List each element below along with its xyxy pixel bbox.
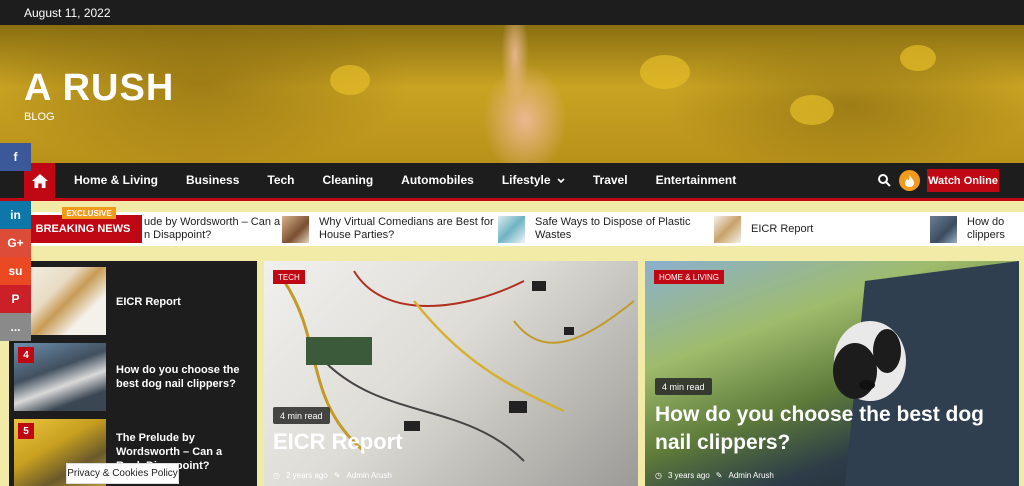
ticker-item-title: Why Virtual Comedians are Best for House… [319, 216, 494, 241]
header-decoration [900, 45, 936, 71]
breaking-news-label: BREAKING NEWS [24, 215, 142, 243]
linkedin-icon: in [10, 208, 21, 222]
ticker-item[interactable]: EICR Report [714, 215, 854, 243]
card-meta: ◷ 3 years ago ✎ Admin Arush [655, 471, 774, 480]
trending-list: EICR Report 4 How do you choose the best… [9, 261, 257, 486]
nav-item-lifestyle[interactable]: Lifestyle [488, 163, 579, 198]
list-rank-badge: 5 [18, 423, 34, 439]
search-icon[interactable] [877, 173, 891, 187]
stumbleupon-icon: su [8, 264, 23, 278]
site-tagline: BLOG [24, 111, 55, 123]
fire-icon [905, 174, 914, 187]
ticker-item-title: ude by Wordsworth – Can a n Disappoint? [144, 216, 281, 241]
facebook-icon: f [13, 150, 18, 164]
site-header: A RUSH BLOG [0, 25, 1024, 163]
ticker-item-title: Safe Ways to Dispose of Plastic Wastes [535, 216, 691, 241]
nav-item-home-living[interactable]: Home & Living [60, 163, 172, 198]
more-icon: ... [10, 320, 21, 334]
ticker-item[interactable]: Why Virtual Comedians are Best for House… [282, 215, 502, 243]
post-time: 3 years ago [667, 471, 710, 480]
nav-item-business[interactable]: Business [172, 163, 253, 198]
read-time-badge: 4 min read [273, 407, 330, 424]
google-plus-share-button[interactable]: G+ [0, 229, 31, 257]
home-icon [31, 173, 48, 188]
nav-item-cleaning[interactable]: Cleaning [309, 163, 388, 198]
watch-online-button[interactable]: Watch Online [927, 169, 999, 192]
nav-item-lifestyle-label: Lifestyle [501, 173, 551, 187]
post-author[interactable]: Admin Arush [347, 471, 392, 480]
clock-icon: ◷ [273, 471, 280, 480]
more-share-button[interactable]: ... [0, 313, 31, 341]
list-item-title: How do you choose the best dog nail clip… [116, 364, 240, 390]
pinterest-share-button[interactable]: P [0, 285, 31, 313]
ticker-item[interactable]: Safe Ways to Dispose of Plastic Wastes [498, 215, 698, 243]
card-title[interactable]: EICR Report [273, 429, 403, 455]
main-navigation: Home & Living Business Tech Cleaning Aut… [0, 163, 1024, 201]
facebook-share-button[interactable]: f [0, 143, 31, 171]
current-date: August 11, 2022 [24, 6, 111, 20]
stumbleupon-share-button[interactable]: su [0, 257, 31, 285]
header-decoration [640, 55, 690, 89]
category-tag[interactable]: HOME & LIVING [654, 270, 725, 284]
nav-menu: Home & Living Business Tech Cleaning Aut… [60, 163, 750, 198]
chevron-down-icon [557, 178, 565, 184]
nav-divider [0, 198, 1024, 201]
post-author[interactable]: Admin Arush [729, 471, 774, 480]
ticker-thumbnail [282, 215, 309, 243]
ticker-thumbnail [714, 215, 741, 243]
ticker-thumbnail [498, 215, 525, 243]
privacy-cookies-button[interactable]: Privacy & Cookies Policy [66, 463, 179, 484]
author-icon: ✎ [333, 471, 341, 480]
post-time: 2 years ago [285, 471, 328, 480]
category-tag[interactable]: TECH [273, 270, 305, 284]
list-item[interactable]: 4 How do you choose the best dog nail cl… [14, 343, 254, 411]
linkedin-share-button[interactable]: in [0, 201, 31, 229]
nav-item-travel[interactable]: Travel [579, 163, 642, 198]
list-item[interactable]: EICR Report [14, 267, 254, 335]
list-item-title: EICR Report [116, 296, 181, 308]
ticker-item[interactable]: How do clippers [930, 215, 1024, 243]
card-meta: ◷ 2 years ago ✎ Admin Arush [273, 471, 392, 480]
ticker-item-title: EICR Report [751, 222, 814, 235]
exclusive-badge: EXCLUSIVE [62, 207, 116, 219]
breaking-news-ticker: BREAKING NEWS ude by Wordsworth – Can a … [24, 212, 1024, 246]
ticker-item-title: How do clippers [967, 216, 1005, 241]
fire-button[interactable] [899, 170, 920, 191]
ticker-item[interactable]: ude by Wordsworth – Can a n Disappoint? [144, 216, 284, 242]
card-title[interactable]: How do you choose the best dog nail clip… [655, 401, 1000, 457]
featured-card[interactable]: HOME & LIVING 4 min read How do you choo… [645, 261, 1019, 486]
nav-item-tech[interactable]: Tech [253, 163, 308, 198]
google-plus-icon: G+ [7, 236, 24, 250]
author-icon: ✎ [715, 471, 723, 480]
featured-card[interactable]: TECH 4 min read EICR Report ◷ 2 years ag… [264, 261, 638, 486]
read-time-badge: 4 min read [655, 378, 712, 395]
top-bar: August 11, 2022 [0, 0, 1024, 25]
header-decoration [330, 65, 370, 95]
list-rank-badge: 4 [18, 347, 34, 363]
pinterest-icon: P [11, 292, 20, 306]
site-title[interactable]: A RUSH [24, 67, 174, 110]
clock-icon: ◷ [655, 471, 662, 480]
ticker-thumbnail [930, 215, 957, 243]
nav-item-automobiles[interactable]: Automobiles [387, 163, 488, 198]
breaking-news-text: BREAKING NEWS [35, 223, 131, 235]
header-decoration [790, 95, 834, 125]
nav-item-entertainment[interactable]: Entertainment [642, 163, 751, 198]
